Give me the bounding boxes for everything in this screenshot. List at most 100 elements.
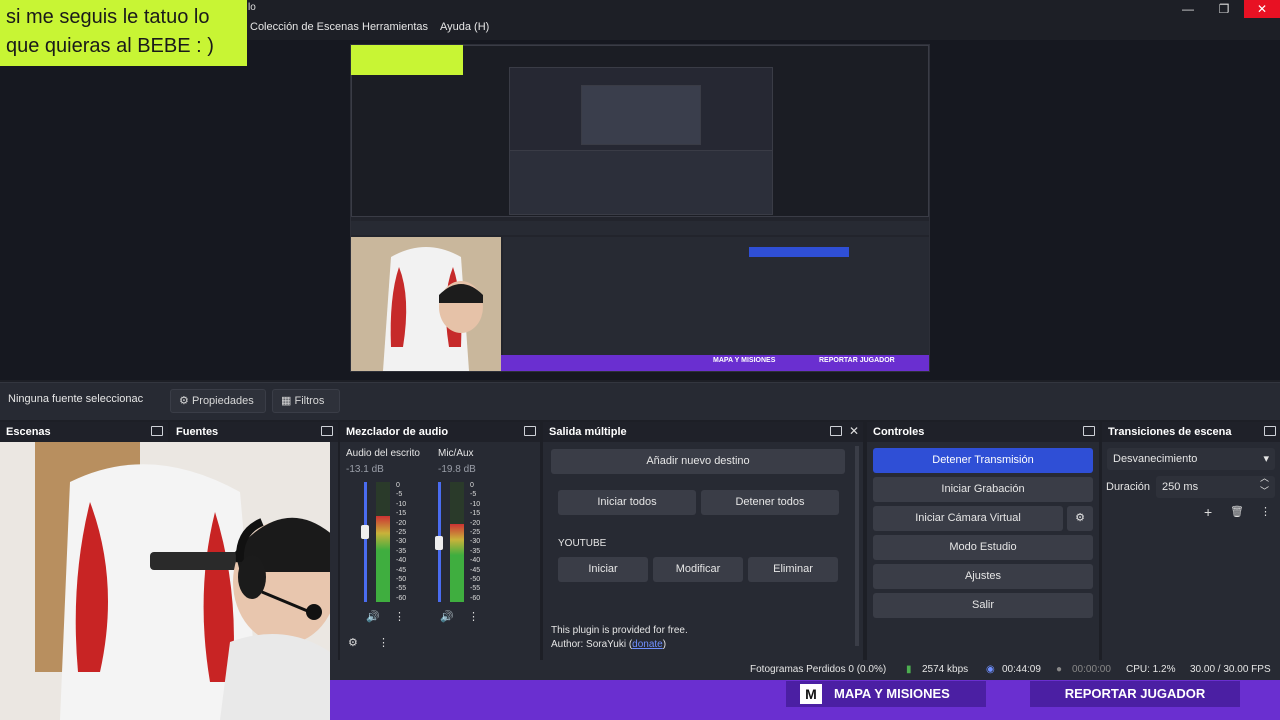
close-icon[interactable]: ✕ — [849, 424, 859, 438]
stream-time: 00:44:09 — [1002, 664, 1041, 675]
target-modify-button[interactable]: Modificar — [653, 557, 743, 582]
mixer-title-text: Mezclador de audio — [346, 426, 449, 438]
desktop-fader-knob[interactable] — [361, 525, 369, 539]
virtual-cam-settings-button[interactable]: ⚙ — [1067, 506, 1093, 531]
meter-tick: -40 — [396, 557, 407, 565]
duration-label: Duración — [1106, 481, 1151, 493]
report-player-button[interactable]: REPORTAR JUGADOR — [1030, 681, 1240, 707]
more-icon[interactable]: ⋮ — [1260, 505, 1271, 518]
meter-tick: -50 — [470, 576, 481, 583]
transitions-title-text: Transiciones de escena — [1108, 426, 1232, 438]
undock-icon[interactable] — [151, 426, 163, 436]
add-target-button[interactable]: Añadir nuevo destino — [551, 449, 845, 474]
meter-tick: 0 — [470, 482, 474, 489]
filters-button[interactable]: ▦ Filtros — [272, 389, 340, 413]
target-name: YOUTUBE — [558, 538, 607, 549]
more-icon[interactable]: ⋮ — [394, 610, 405, 623]
start-recording-button[interactable]: Iniciar Grabación — [873, 477, 1093, 502]
status-bar: Fotogramas Perdidos 0 (0.0%) ▮ 2574 kbps… — [330, 660, 1280, 680]
webcam-feed — [0, 442, 330, 720]
meter-tick: -45 — [396, 566, 407, 574]
audio-mixer-dock: Mezclador de audio Audio del escrito -13… — [340, 422, 540, 680]
stepper-icon[interactable]: ︿ ﹀ — [1260, 472, 1269, 498]
studio-mode-button[interactable]: Modo Estudio — [873, 535, 1093, 560]
gear-icon: ⚙ — [179, 395, 189, 407]
mic-fader-knob[interactable] — [435, 536, 443, 550]
properties-label: Propiedades — [191, 395, 254, 407]
more-icon[interactable]: ⋮ — [378, 636, 389, 649]
meter-tick: -15 — [470, 510, 481, 518]
controls-dock: Controles Detener Transmisión Iniciar Gr… — [867, 422, 1099, 680]
transition-selected: Desvanecimiento — [1113, 453, 1198, 465]
settings-button[interactable]: Ajustes — [873, 564, 1093, 589]
more-icon[interactable]: ⋮ — [468, 610, 479, 623]
undock-icon[interactable] — [524, 426, 536, 436]
record-time: 00:00:00 — [1072, 664, 1111, 675]
sources-title-text: Fuentes — [176, 426, 219, 438]
target-start-button[interactable]: Iniciar — [558, 557, 648, 582]
controls-title-text: Controles — [873, 426, 925, 438]
meter-tick: -35 — [470, 547, 481, 555]
close-button[interactable]: ✕ — [1244, 0, 1280, 18]
minimize-button[interactable]: — — [1170, 0, 1206, 18]
transitions-dock: Transiciones de escena Desvanecimiento ▾… — [1102, 422, 1280, 680]
undock-icon[interactable] — [321, 426, 333, 436]
signal-icon: ▮ — [906, 664, 912, 675]
meter-tick: -20 — [470, 519, 481, 527]
cpu-usage: CPU: 1.2% — [1126, 664, 1176, 675]
meter-tick: -10 — [396, 500, 407, 508]
menu-help[interactable]: Ayuda (H) — [440, 21, 489, 33]
meter-tick: -30 — [396, 538, 407, 546]
transitions-title: Transiciones de escena — [1102, 422, 1280, 442]
plugin-author: Author: SoraYuki (donate) — [551, 639, 666, 650]
preview-canvas[interactable]: MAPA Y MISIONES REPORTAR JUGADOR — [350, 44, 930, 372]
add-icon[interactable]: + — [1204, 504, 1212, 520]
controls-title: Controles — [867, 422, 1099, 442]
start-all-button[interactable]: Iniciar todos — [558, 490, 696, 515]
scenes-title: Escenas — [0, 422, 168, 442]
properties-button[interactable]: ⚙ Propiedades — [170, 389, 266, 413]
undock-icon[interactable] — [830, 426, 842, 436]
meter-tick: -20 — [396, 519, 407, 527]
duration-input[interactable]: 250 ms ︿ ﹀ — [1156, 473, 1275, 498]
start-virtual-cam-button[interactable]: Iniciar Cámara Virtual — [873, 506, 1063, 531]
channel-desktop-db: -13.1 dB — [346, 464, 384, 475]
meter-tick: -25 — [470, 529, 481, 536]
scrollbar[interactable] — [855, 446, 859, 646]
desktop-fader-track[interactable] — [364, 482, 367, 602]
speaker-icon[interactable]: 🔊 — [366, 610, 380, 623]
meter-tick: -45 — [470, 566, 481, 574]
gear-icon[interactable]: ⚙ — [348, 636, 358, 649]
speaker-icon[interactable]: 🔊 — [440, 610, 454, 623]
desktop-meter-right — [384, 482, 390, 602]
target-delete-button[interactable]: Eliminar — [748, 557, 838, 582]
plugin-author-prefix: Author: SoraYuki ( — [551, 639, 633, 650]
meter-tick: -25 — [396, 529, 407, 536]
menu-tools[interactable]: Herramientas — [362, 21, 428, 33]
meter-tick: -55 — [470, 585, 481, 593]
meter-fill — [384, 516, 390, 602]
overlay-text: si me seguis le tatuo lo que quieras al … — [0, 0, 247, 66]
multi-output-title-text: Salida múltiple — [549, 426, 627, 438]
bitrate: 2574 kbps — [922, 664, 969, 675]
channel-desktop-name: Audio del escrito — [346, 448, 420, 459]
meter-tick: -5 — [470, 491, 477, 499]
maximize-button[interactable]: ❐ — [1206, 0, 1242, 18]
menu-scene-collection[interactable]: Colección de Escenas — [250, 21, 359, 33]
sources-title: Fuentes — [170, 422, 338, 442]
transition-select[interactable]: Desvanecimiento ▾ — [1107, 448, 1275, 470]
donate-link[interactable]: donate — [632, 639, 663, 650]
stop-stream-button[interactable]: Detener Transmisión — [873, 448, 1093, 473]
preview-nested-cam — [351, 237, 501, 371]
stop-all-button[interactable]: Detener todos — [701, 490, 839, 515]
preview-nested-docks — [503, 237, 929, 355]
undock-icon[interactable] — [1264, 426, 1276, 436]
m-logo-icon: M — [800, 684, 822, 704]
preview-nested-banner-right: REPORTAR JUGADOR — [819, 357, 895, 364]
exit-button[interactable]: Salir — [873, 593, 1093, 618]
trash-icon[interactable]: 🗑 — [1230, 505, 1244, 518]
fps: 30.00 / 30.00 FPS — [1190, 664, 1271, 675]
desktop-meter-ticks: 0 -5 -10 -15 -20 -25 -30 -35 -40 -45 -50 -55 -60 — [396, 482, 416, 602]
undock-icon[interactable] — [1083, 426, 1095, 436]
chevron-down-icon: ▾ — [1263, 453, 1269, 465]
